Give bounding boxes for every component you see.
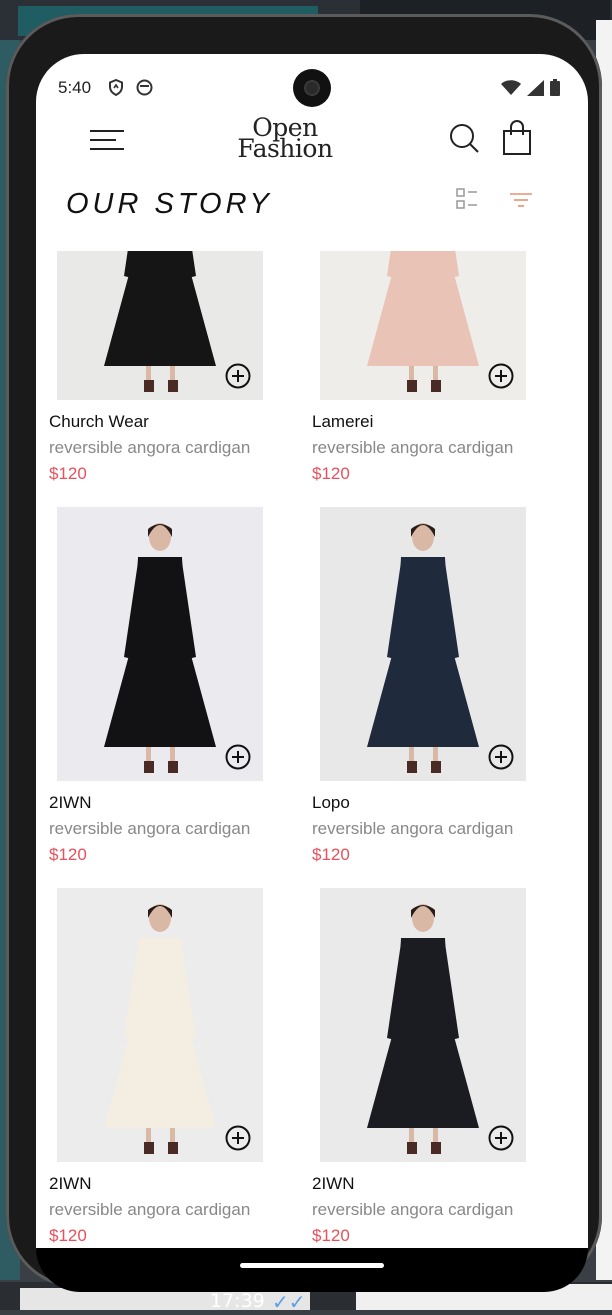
product-brand[interactable]: Lopo (312, 793, 350, 813)
add-circle-icon (225, 363, 251, 389)
search-button[interactable] (448, 122, 480, 154)
shopping-bag-icon (503, 120, 531, 155)
app-screen: 5:40 Open Fashion OUR STORY Church Wear … (36, 54, 588, 1250)
list-view-toggle[interactable] (456, 188, 478, 210)
product-price: $120 (312, 464, 350, 483)
product-description: reversible angora cardigan (49, 438, 251, 457)
product-card[interactable]: Lamerei reversible angora cardigan $120 (312, 251, 552, 490)
product-brand[interactable]: Church Wear (49, 412, 149, 432)
product-image[interactable] (320, 507, 526, 781)
page-title: OUR STORY (66, 188, 273, 220)
product-price: $120 (49, 464, 87, 483)
status-icons-left (108, 79, 153, 96)
product-card[interactable]: Church Wear reversible angora cardigan $12… (49, 251, 289, 490)
battery-icon (550, 79, 560, 96)
product-card[interactable]: 2IWN reversible angora cardigan $120 (49, 888, 289, 1250)
product-card[interactable]: 2IWN reversible angora cardigan $120 (49, 507, 289, 871)
product-brand[interactable]: 2IWN (49, 793, 92, 813)
product-photo (57, 888, 263, 1162)
product-brand[interactable]: 2IWN (49, 1174, 92, 1194)
product-card[interactable]: 2IWN reversible angora cardigan $120 (312, 888, 552, 1250)
face-icon (136, 79, 153, 96)
system-navigation-bar (36, 1248, 588, 1292)
add-circle-icon (225, 744, 251, 770)
search-icon (450, 124, 479, 153)
product-image[interactable] (57, 888, 263, 1162)
add-circle-icon (488, 1125, 514, 1151)
taskbar-clock: 17:39 (210, 1290, 265, 1312)
add-to-cart-button[interactable] (488, 363, 514, 389)
wifi-icon (501, 80, 521, 95)
product-description: reversible angora cardigan (312, 1200, 514, 1219)
logo-line-2: Fashion (237, 134, 333, 163)
product-photo (320, 888, 526, 1162)
status-time: 5:40 (58, 78, 92, 97)
filter-icon (510, 193, 532, 207)
product-price: $120 (49, 845, 87, 864)
product-card[interactable]: Lopo reversible angora cardigan $120 (312, 507, 552, 871)
menu-icon-line (90, 148, 124, 150)
add-to-cart-button[interactable] (488, 1125, 514, 1151)
product-description: reversible angora cardigan (49, 1200, 251, 1219)
filter-button[interactable] (510, 192, 532, 208)
status-icons-right (501, 79, 560, 96)
home-gesture-bar[interactable] (240, 1263, 384, 1268)
add-to-cart-button[interactable] (225, 363, 251, 389)
product-brand[interactable]: Lamerei (312, 412, 373, 432)
add-circle-icon (488, 363, 514, 389)
add-to-cart-button[interactable] (488, 744, 514, 770)
menu-button[interactable] (90, 126, 124, 152)
app-logo[interactable]: Open Fashion (230, 115, 340, 168)
cart-button[interactable] (502, 120, 532, 156)
front-camera (293, 69, 331, 107)
product-brand[interactable]: 2IWN (312, 1174, 355, 1194)
product-price: $120 (312, 845, 350, 864)
add-circle-icon (488, 744, 514, 770)
product-photo (320, 507, 526, 781)
add-to-cart-button[interactable] (225, 744, 251, 770)
signal-icon (527, 79, 544, 96)
add-circle-icon (225, 1125, 251, 1151)
product-description: reversible angora cardigan (312, 438, 514, 457)
double-check-icon: ✓✓ (272, 1292, 306, 1314)
product-description: reversible angora cardigan (49, 819, 251, 838)
product-price: $120 (312, 1226, 350, 1245)
phone-frame: 5:40 Open Fashion OUR STORY Church Wear … (6, 14, 602, 1292)
menu-icon-line (90, 139, 116, 141)
product-image[interactable] (320, 888, 526, 1162)
product-price: $120 (49, 1226, 87, 1245)
shield-icon (109, 79, 123, 96)
product-photo (57, 507, 263, 781)
product-image[interactable] (57, 507, 263, 781)
product-description: reversible angora cardigan (312, 819, 514, 838)
list-view-icon (456, 188, 477, 209)
menu-icon (90, 130, 124, 132)
add-to-cart-button[interactable] (225, 1125, 251, 1151)
